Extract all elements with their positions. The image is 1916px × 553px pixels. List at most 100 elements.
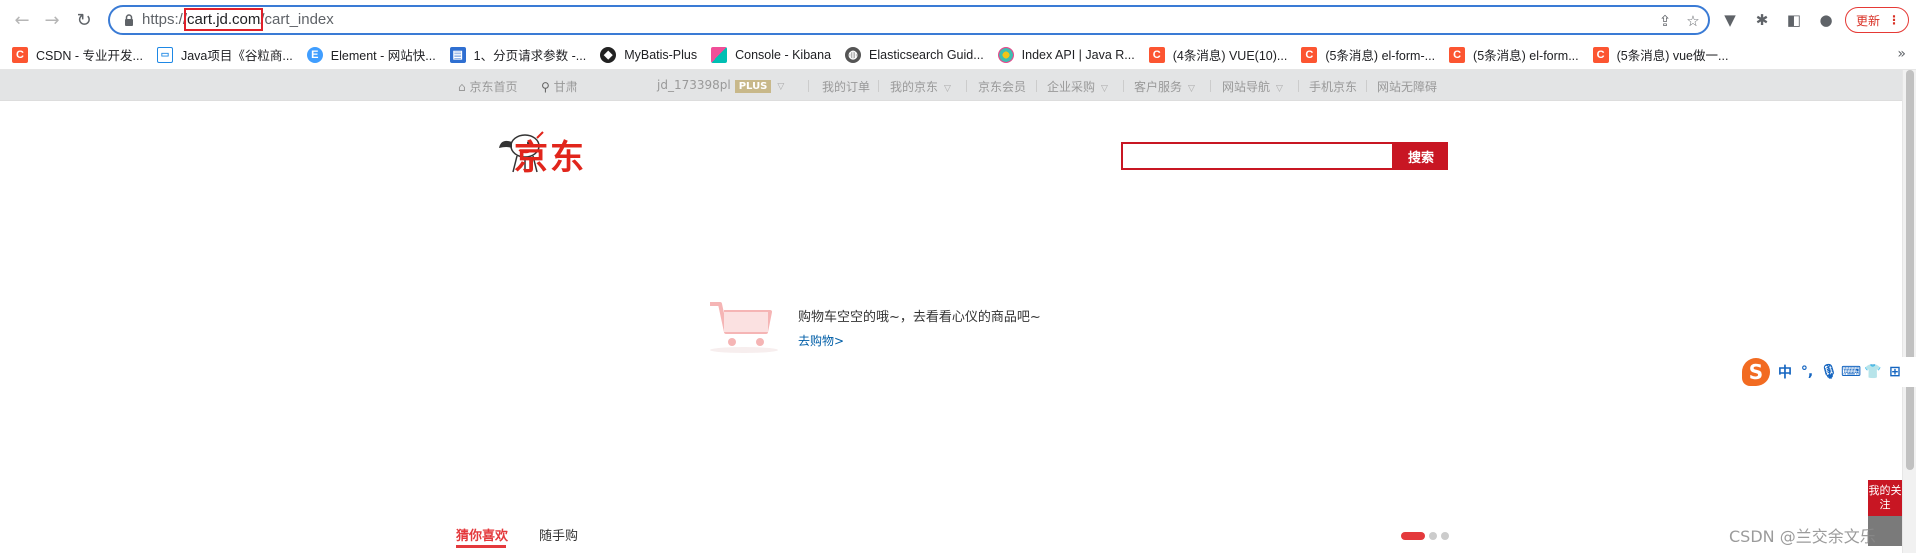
- url-host: cart.jd.com: [184, 8, 264, 31]
- shortcut-mobile[interactable]: 手机京东: [1309, 78, 1357, 95]
- bookmark-item[interactable]: C (4条消息) VUE(10)...: [1148, 45, 1287, 64]
- shortcut-service[interactable]: 客户服务 ▽: [1134, 78, 1195, 95]
- shortcut-orders[interactable]: 我的订单: [822, 78, 870, 95]
- share-icon[interactable]: ⇪: [1656, 12, 1674, 30]
- reload-icon[interactable]: ↻: [72, 8, 96, 32]
- bookmark-item[interactable]: Console - Kibana: [711, 46, 831, 63]
- shortcut-my-jd[interactable]: 我的京东 ▽: [890, 78, 951, 95]
- bookmark-label: Elasticsearch Guid...: [869, 47, 984, 62]
- bookmark-item[interactable]: ◆ MyBatis-Plus: [600, 46, 698, 63]
- bilibili-icon: ▭: [156, 46, 173, 63]
- update-button[interactable]: 更新 ⋮: [1845, 7, 1909, 33]
- shortcut-home-label: 京东首页: [469, 80, 518, 94]
- bookmark-item[interactable]: ▭ Java项目《谷粒商...: [156, 45, 293, 64]
- bookmark-label: Java项目《谷粒商...: [180, 49, 293, 63]
- bookmark-item[interactable]: ▤ 1、分页请求参数 -...: [449, 45, 587, 64]
- shortcut-home[interactable]: ⌂ 京东首页: [458, 78, 517, 95]
- ime-toolbar[interactable]: S 中 °, 🎙 ⌨ 👕 ⊞: [1742, 357, 1916, 387]
- bookmark-label: Element - 网站快...: [330, 49, 436, 63]
- shortcut-divider: [966, 80, 967, 92]
- scrollbar-thumb[interactable]: [1906, 70, 1914, 470]
- jd-logo-text[interactable]: 京东: [514, 130, 586, 179]
- bookmark-item[interactable]: C (5条消息) el-form-...: [1301, 45, 1435, 64]
- search-input[interactable]: [1121, 142, 1394, 170]
- url-text[interactable]: https://cart.jd.com/cart_index: [142, 8, 334, 31]
- chevron-down-icon: ▽: [1188, 84, 1195, 94]
- bookmark-star-icon[interactable]: ☆: [1684, 12, 1702, 30]
- pager-dot[interactable]: [1429, 532, 1437, 540]
- grid-apps-icon[interactable]: ⊞: [1884, 364, 1906, 380]
- shortcut-accessible[interactable]: 网站无障碍: [1377, 78, 1437, 95]
- bookmark-label: (5条消息) el-form...: [1473, 49, 1579, 63]
- shortcut-user[interactable]: jd_173398pl PLUS ▽: [657, 78, 784, 93]
- url-protocol: https://: [142, 11, 188, 28]
- csdn-icon: C: [12, 46, 28, 63]
- bookmark-item[interactable]: C (5条消息) vue做一...: [1592, 45, 1729, 64]
- jd-shortcut-bar: ⌂ 京东首页 ⚲ 甘肃 jd_173398pl PLUS ▽ 我的订单 我的京东 ▽ …: [0, 70, 1902, 101]
- shortcut-nav[interactable]: 网站导航 ▽: [1222, 78, 1283, 95]
- side-panel-icon[interactable]: ◧: [1784, 10, 1804, 30]
- extensions-puzzle-icon[interactable]: ✱: [1752, 10, 1772, 30]
- go-shopping-link[interactable]: 去购物>: [798, 332, 844, 349]
- elastic-guide-icon: ◍: [845, 46, 862, 63]
- address-bar[interactable]: https://cart.jd.com/cart_index ⇪ ☆: [108, 5, 1710, 35]
- shortcut-location-label: 甘肃: [553, 80, 578, 94]
- shortcut-divider: [1210, 80, 1211, 92]
- home-icon: ⌂: [458, 80, 466, 94]
- csdn-icon: C: [1449, 46, 1466, 63]
- shortcut-divider: [1298, 80, 1299, 92]
- keyboard-icon[interactable]: ⌨: [1840, 364, 1862, 380]
- bookmark-item[interactable]: C (5条消息) el-form...: [1449, 45, 1579, 64]
- bookmark-item[interactable]: C CSDN - 专业开发...: [12, 45, 143, 64]
- bookmark-label: MyBatis-Plus: [624, 47, 698, 62]
- microphone-icon[interactable]: 🎙: [1818, 364, 1840, 380]
- doc-icon: ▤: [449, 46, 466, 63]
- update-label: 更新: [1856, 13, 1881, 28]
- back-arrow-icon[interactable]: ←: [10, 8, 34, 32]
- bookmark-label: Index API | Java R...: [1021, 47, 1135, 62]
- extension-v-icon[interactable]: ▼: [1720, 10, 1740, 30]
- shortcut-divider: [878, 80, 879, 92]
- shortcut-my-jd-label: 我的京东: [890, 80, 939, 94]
- bookmark-item[interactable]: E Element - 网站快...: [306, 45, 436, 64]
- chevron-down-icon: ▽: [1276, 84, 1283, 94]
- active-tab-underline: [456, 545, 506, 548]
- bookmark-label: (5条消息) vue做一...: [1616, 49, 1729, 63]
- ime-punctuation[interactable]: °,: [1796, 364, 1818, 380]
- bookmarks-overflow-icon[interactable]: »: [1897, 46, 1906, 62]
- csdn-icon: C: [1592, 46, 1609, 63]
- bookmarks-bar: C CSDN - 专业开发... ▭ Java项目《谷粒商... E Element …: [0, 40, 1916, 70]
- shortcut-divider: [1366, 80, 1367, 92]
- location-pin-icon: ⚲: [541, 80, 550, 94]
- shortcut-enterprise-label: 企业采购: [1047, 80, 1096, 94]
- search-button[interactable]: 搜索: [1394, 142, 1448, 170]
- shortcut-enterprise[interactable]: 企业采购 ▽: [1047, 78, 1108, 95]
- carousel-pager: [1401, 532, 1449, 540]
- elastic-icon: [997, 46, 1014, 63]
- menu-dots-icon: ⋮: [1888, 13, 1901, 27]
- shortcut-location[interactable]: ⚲ 甘肃: [541, 78, 578, 95]
- shortcut-nav-label: 网站导航: [1222, 80, 1271, 94]
- shortcut-user-label: jd_173398pl: [657, 78, 731, 92]
- shortcut-member[interactable]: 京东会员: [978, 78, 1026, 95]
- pager-dot-active[interactable]: [1401, 532, 1425, 540]
- forward-arrow-icon[interactable]: →: [40, 8, 64, 32]
- empty-cart-icon: [710, 302, 778, 353]
- bookmark-item[interactable]: ◍ Elasticsearch Guid...: [845, 46, 984, 63]
- profile-avatar-icon[interactable]: ●: [1816, 10, 1836, 30]
- mybatis-icon: ◆: [600, 46, 617, 63]
- skin-shirt-icon[interactable]: 👕: [1862, 364, 1884, 380]
- bookmark-label: 1、分页请求参数 -...: [473, 49, 587, 63]
- url-path: /cart_index: [260, 11, 334, 28]
- page-scrollbar[interactable]: [1902, 70, 1916, 553]
- pager-dot[interactable]: [1441, 532, 1449, 540]
- tab-guess-you-like[interactable]: 猜你喜欢: [456, 525, 508, 544]
- bookmark-label: (5条消息) el-form-...: [1325, 49, 1436, 63]
- sogou-logo-icon[interactable]: S: [1742, 358, 1770, 386]
- tab-random-buy[interactable]: 随手购: [539, 525, 578, 544]
- bookmark-item[interactable]: Index API | Java R...: [997, 46, 1135, 63]
- ime-mode[interactable]: 中: [1774, 362, 1796, 382]
- shortcut-divider: [808, 80, 809, 92]
- my-follow-button[interactable]: 我的关注: [1868, 480, 1902, 516]
- lock-icon: [125, 14, 133, 26]
